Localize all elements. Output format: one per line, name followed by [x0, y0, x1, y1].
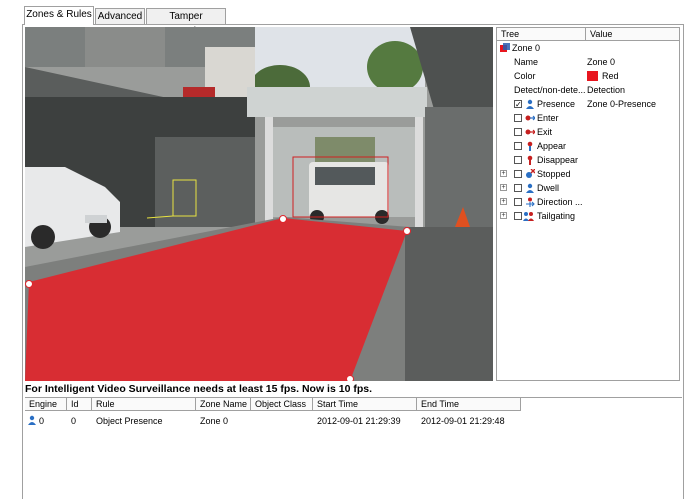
tree-prop-name[interactable]: Name Zone 0: [497, 55, 679, 69]
expand-toggle[interactable]: +: [500, 184, 507, 191]
rule-checkbox[interactable]: [514, 198, 522, 206]
rule-checkbox[interactable]: [514, 184, 522, 192]
tree-zone-row[interactable]: Zone 0: [497, 41, 679, 55]
tree-header: Tree Value: [497, 28, 679, 41]
column-header-engine[interactable]: Engine: [25, 398, 67, 411]
rule-stopped[interactable]: + Stopped: [497, 167, 679, 181]
direction-icon: [525, 197, 535, 207]
disappear-icon: [525, 155, 535, 165]
person-icon: [525, 99, 535, 109]
zone-vertex[interactable]: [403, 227, 411, 235]
rule-checkbox[interactable]: [514, 170, 522, 178]
rule-checkbox[interactable]: [514, 156, 522, 164]
prop-value: Red: [602, 71, 619, 81]
zone-vertex[interactable]: [279, 215, 287, 223]
zone-vertex[interactable]: [346, 375, 354, 382]
rule-label: Presence: [537, 99, 576, 109]
column-header-object-class[interactable]: Object Class: [251, 398, 313, 411]
table-row[interactable]: 0 0 Object Presence Zone 0 2012-09-01 21…: [25, 415, 682, 427]
rule-direction[interactable]: + Direction ...: [497, 195, 679, 209]
prop-label: Detect/non-dete...: [514, 85, 586, 95]
zone-icon: [500, 43, 510, 53]
rule-appear[interactable]: Appear: [497, 139, 679, 153]
rule-disappear[interactable]: Disappear: [497, 153, 679, 167]
color-swatch: [587, 71, 598, 81]
tailgating-icon: [523, 211, 535, 221]
column-header-end-time[interactable]: End Time: [417, 398, 521, 411]
rule-checkbox[interactable]: [514, 128, 522, 136]
zone-label: Zone 0: [512, 43, 541, 53]
prop-value: Zone 0: [587, 57, 616, 67]
cell-id: 0: [71, 416, 77, 426]
prop-label: Color: [514, 71, 536, 81]
expand-toggle[interactable]: +: [500, 198, 507, 205]
rule-label: Stopped: [537, 169, 571, 179]
column-header-zone-name[interactable]: Zone Name: [196, 398, 251, 411]
cell-rule: Object Presence: [96, 416, 163, 426]
rule-dwell[interactable]: + Dwell: [497, 181, 679, 195]
rule-label: Exit: [537, 127, 553, 137]
tree-prop-detect[interactable]: Detect/non-dete... Detection: [497, 83, 679, 97]
stopped-icon: [525, 168, 536, 179]
rule-label: Tailgating: [537, 211, 576, 221]
tab-advanced[interactable]: Advanced: [95, 8, 145, 24]
rule-checkbox[interactable]: [514, 142, 522, 150]
camera-scene: [25, 27, 493, 381]
rule-label: Direction ...: [537, 197, 583, 207]
rule-presence[interactable]: Presence Zone 0-Presence: [497, 97, 679, 112]
value-column-header[interactable]: Value: [585, 28, 679, 40]
fps-status-message: For Intelligent Video Surveillance needs…: [25, 383, 372, 395]
rule-label: Enter: [537, 113, 559, 123]
rule-enter[interactable]: Enter: [497, 111, 679, 125]
cell-end-time: 2012-09-01 21:29:48: [421, 416, 505, 426]
rule-checkbox[interactable]: [514, 114, 522, 122]
person-icon: [525, 183, 535, 193]
zone-vertex[interactable]: [25, 280, 33, 288]
rule-value: Zone 0-Presence: [587, 99, 657, 109]
rule-exit[interactable]: Exit: [497, 125, 679, 139]
cell-start-time: 2012-09-01 21:29:39: [317, 416, 401, 426]
expand-toggle[interactable]: +: [500, 212, 507, 219]
cell-zone-name: Zone 0: [200, 416, 229, 426]
rule-tailgating[interactable]: + Tailgating: [497, 209, 679, 223]
tab-zones-rules[interactable]: Zones & Rules: [24, 6, 94, 25]
exit-icon: [525, 127, 536, 137]
enter-icon: [525, 113, 536, 123]
cell-engine: 0: [39, 416, 45, 426]
rule-label: Disappear: [537, 155, 579, 165]
column-header-rule[interactable]: Rule: [92, 398, 196, 411]
tree-column-header[interactable]: Tree: [497, 28, 585, 40]
tab-tamper-detection[interactable]: Tamper Detection: [146, 8, 226, 37]
column-header-id[interactable]: Id: [67, 398, 92, 411]
tree-prop-color[interactable]: Color Red: [497, 69, 679, 83]
prop-label: Name: [514, 57, 539, 67]
rule-label: Appear: [537, 141, 567, 151]
column-header-start-time[interactable]: Start Time: [313, 398, 417, 411]
video-view[interactable]: [25, 27, 493, 381]
prop-value: Detection: [587, 85, 626, 95]
event-table: Engine Id Rule Zone Name Object Class St…: [25, 397, 682, 500]
rule-label: Dwell: [537, 183, 560, 193]
rule-checkbox[interactable]: [514, 212, 522, 220]
rule-tree-panel: Tree Value Zone 0 Name Zone 0 Color Red …: [496, 27, 680, 381]
rule-checkbox[interactable]: [514, 98, 522, 112]
expand-toggle[interactable]: +: [500, 170, 507, 177]
appear-icon: [525, 141, 535, 151]
